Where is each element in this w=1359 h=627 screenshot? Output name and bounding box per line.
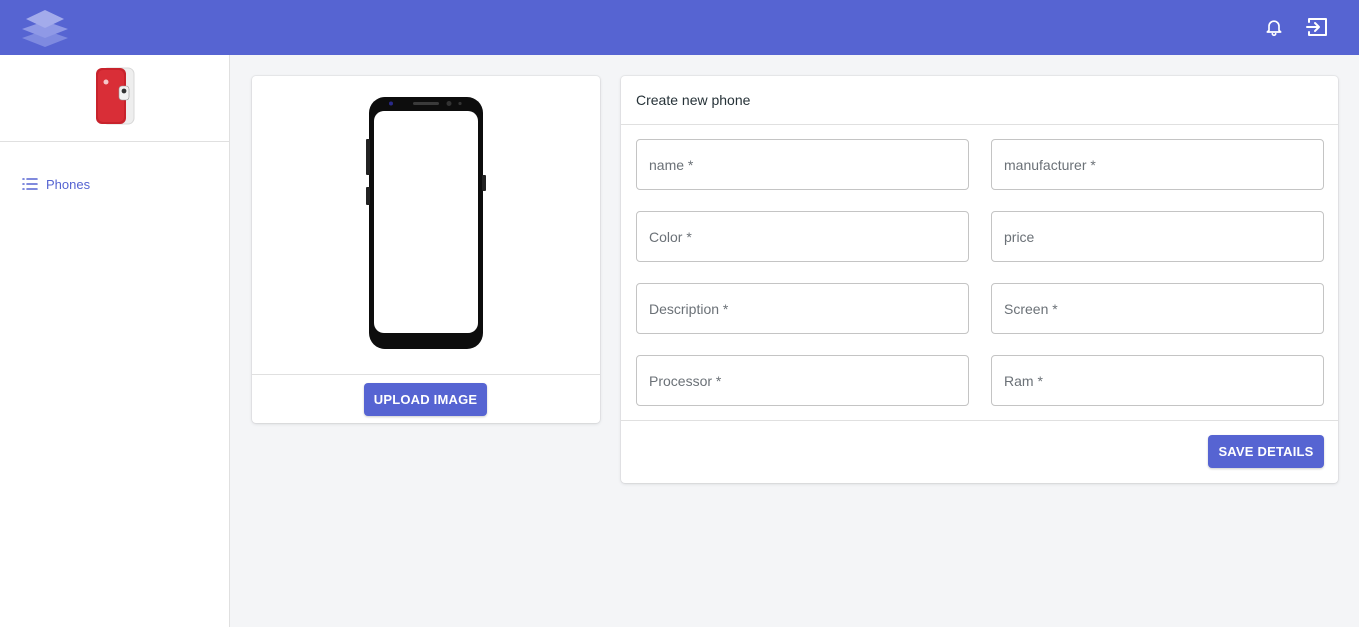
form-title: Create new phone [621,76,1338,125]
image-card: UPLOAD IMAGE [252,76,600,423]
bell-icon[interactable] [1261,14,1287,40]
sidebar-item-phones[interactable]: Phones [14,171,214,197]
description-field[interactable] [636,283,969,334]
avatar-container [0,55,229,142]
top-bar [0,0,1359,55]
save-details-button[interactable]: SAVE DETAILS [1208,435,1324,468]
name-field[interactable] [636,139,969,190]
logout-icon[interactable] [1304,14,1330,40]
manufacturer-field[interactable] [991,139,1324,190]
processor-input[interactable] [637,356,968,405]
sidebar-item-label: Phones [46,176,91,192]
description-input[interactable] [637,284,968,333]
color-field[interactable] [636,211,969,262]
red-phone-avatar[interactable] [92,66,138,131]
sidebar: Phones [0,55,230,627]
name-input[interactable] [637,140,968,189]
create-phone-form: Create new phone SAVE DETAILS [621,76,1338,483]
image-preview-area [252,76,600,375]
manufacturer-input[interactable] [992,140,1323,189]
price-field[interactable] [991,211,1324,262]
layers-icon[interactable] [20,8,70,48]
phone-preview-image [366,95,486,356]
price-input[interactable] [992,212,1323,261]
color-input[interactable] [637,212,968,261]
ram-field[interactable] [991,355,1324,406]
screen-field[interactable] [991,283,1324,334]
screen-input[interactable] [992,284,1323,333]
ram-input[interactable] [992,356,1323,405]
form-footer: SAVE DETAILS [621,420,1338,483]
list-icon [22,178,38,190]
upload-image-button[interactable]: UPLOAD IMAGE [364,383,487,416]
processor-field[interactable] [636,355,969,406]
